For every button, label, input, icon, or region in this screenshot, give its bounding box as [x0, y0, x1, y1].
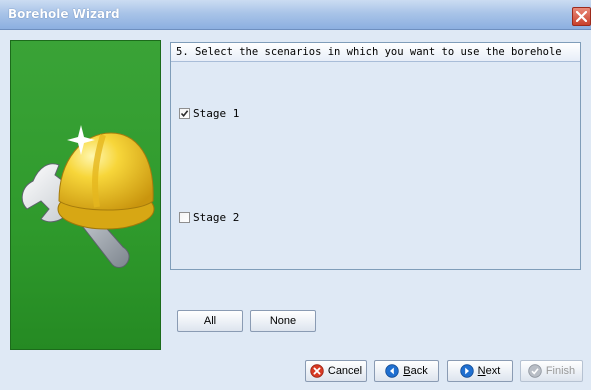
finish-icon — [528, 364, 542, 378]
title-bar: Borehole Wizard — [0, 0, 591, 30]
wizard-side-panel — [10, 40, 161, 350]
back-mnemonic: B — [403, 365, 411, 378]
back-label-rest: ack — [410, 365, 428, 378]
cancel-label: Cancel — [327, 365, 363, 378]
select-none-label: None — [269, 315, 297, 328]
stage-2-label: Stage 2 — [193, 211, 240, 224]
cancel-icon — [310, 364, 324, 378]
checkmark-icon — [180, 110, 189, 118]
back-button[interactable]: Back — [374, 360, 439, 382]
finish-button[interactable]: Finish — [520, 360, 583, 382]
close-icon — [576, 11, 587, 22]
back-arrow-icon — [385, 364, 399, 378]
back-label: Back — [403, 361, 427, 381]
stage-1-checkbox[interactable] — [179, 108, 190, 119]
next-mnemonic: N — [477, 365, 486, 378]
select-all-label: All — [203, 315, 217, 328]
next-label: Next — [478, 361, 501, 381]
cancel-button[interactable]: Cancel — [305, 360, 367, 382]
close-button[interactable] — [572, 7, 591, 26]
hardhat-wrench-illustration — [21, 125, 155, 268]
next-button[interactable]: Next — [447, 360, 513, 382]
window-title: Borehole Wizard — [8, 7, 120, 21]
step-header: 5. Select the scenarios in which you wan… — [171, 43, 580, 62]
step-instruction: 5. Select the scenarios in which you wan… — [176, 46, 562, 58]
stage-1-label: Stage 1 — [193, 107, 240, 120]
stage-2-checkbox[interactable] — [179, 212, 190, 223]
select-all-button[interactable]: All — [177, 310, 243, 332]
next-label-rest: ext — [485, 365, 501, 378]
step-panel: 5. Select the scenarios in which you wan… — [170, 42, 581, 270]
select-none-button[interactable]: None — [250, 310, 316, 332]
finish-label: Finish — [545, 365, 576, 378]
next-arrow-icon — [459, 364, 474, 378]
